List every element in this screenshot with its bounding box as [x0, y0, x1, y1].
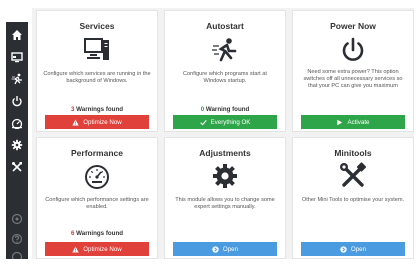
minitools-open-label: Open	[350, 245, 367, 253]
performance-optimize-button[interactable]: Optimize Now	[45, 242, 149, 256]
services-icon[interactable]	[6, 48, 28, 66]
power-title: Power Now	[330, 21, 376, 31]
home-icon[interactable]	[6, 26, 28, 44]
performance-icon[interactable]	[6, 114, 28, 132]
services-card: Services Configure which services are ru…	[36, 10, 158, 132]
power-icon[interactable]	[6, 92, 28, 110]
autostart-description: Configure which programs start at Window…	[183, 71, 267, 85]
services-warning-text: Warnings found	[76, 106, 124, 113]
monitor-icon	[83, 37, 111, 63]
autostart-ok-button[interactable]: Everything OK	[173, 115, 277, 129]
adjustments-icon[interactable]	[6, 136, 28, 154]
performance-description: Configure which performance settings are…	[45, 197, 149, 211]
warning-icon	[72, 245, 79, 252]
services-title: Services	[79, 21, 115, 31]
power-card: Power Now Need some extra power? This op…	[292, 10, 414, 132]
autostart-warning-count: 0	[200, 106, 205, 113]
arrow-right-icon	[340, 245, 347, 253]
minitools-open-button[interactable]: Open	[301, 242, 405, 256]
autostart-icon[interactable]	[6, 70, 28, 88]
power-button-icon	[339, 37, 367, 63]
performance-optimize-label: Optimize Now	[83, 245, 122, 253]
autostart-warning-text: Warning found	[205, 106, 250, 113]
info-icon[interactable]	[6, 248, 28, 266]
services-optimize-button[interactable]: Optimize Now	[45, 115, 149, 129]
adjustments-title: Adjustments	[199, 148, 251, 158]
performance-warning-text: Warnings found	[76, 230, 124, 237]
performance-card: Performance Configure which performance …	[36, 137, 158, 259]
minitools-icon[interactable]	[6, 158, 28, 176]
adjustments-open-button[interactable]: Open	[173, 242, 277, 256]
adjustments-description: This module allows you to change some ex…	[175, 197, 275, 211]
minitools-card: Minitools Other Mini Tools to optimise y…	[292, 137, 414, 259]
minitools-description: Other Mini Tools to optimise your system…	[301, 197, 405, 203]
services-optimize-label: Optimize Now	[83, 118, 122, 126]
help-icon[interactable]	[6, 230, 28, 248]
services-description: Configure which services are running in …	[43, 71, 151, 85]
speedometer-icon	[82, 163, 112, 189]
tools-icon	[339, 162, 367, 190]
autostart-card: Autostart Configure which programs start…	[164, 10, 286, 132]
services-warning-count: 3	[70, 106, 75, 113]
power-activate-label: Activate	[347, 118, 370, 126]
minitools-title: Minitools	[334, 148, 372, 158]
autostart-title: Autostart	[206, 21, 244, 31]
check-icon	[199, 119, 207, 125]
performance-title: Performance	[71, 148, 123, 158]
autostart-warnings: 0 Warning found	[165, 106, 285, 113]
power-description: Need some extra power? This option switc…	[303, 69, 403, 90]
services-warnings: 3 Warnings found	[37, 106, 157, 113]
running-man-icon	[211, 37, 239, 63]
sidebar	[6, 22, 28, 263]
performance-warning-count: 6	[70, 230, 75, 237]
settings-icon[interactable]	[6, 210, 28, 228]
play-icon	[337, 119, 343, 125]
power-activate-button[interactable]: Activate	[301, 115, 405, 129]
adjustments-card: Adjustments This module allows you to ch…	[164, 137, 286, 259]
adjustments-open-label: Open	[222, 245, 239, 253]
autostart-ok-label: Everything OK	[210, 118, 251, 126]
warning-icon	[72, 118, 79, 125]
arrow-right-icon	[212, 245, 219, 253]
performance-warnings: 6 Warnings found	[37, 230, 157, 237]
gear-icon	[211, 162, 239, 190]
